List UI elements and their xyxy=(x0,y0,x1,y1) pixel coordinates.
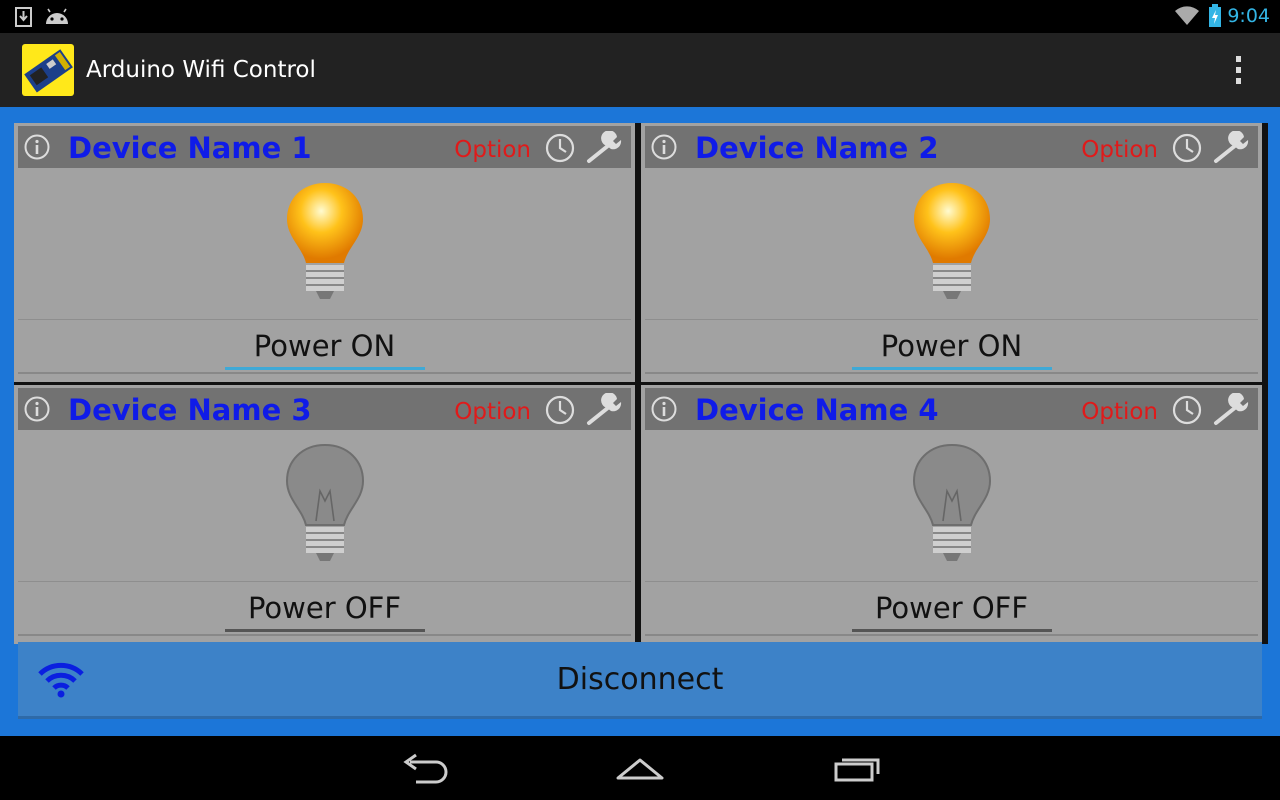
disconnect-button[interactable]: Disconnect xyxy=(18,642,1262,719)
app-title: Arduino Wifi Control xyxy=(86,57,316,83)
info-icon[interactable] xyxy=(651,134,677,160)
wrench-icon[interactable] xyxy=(1212,131,1252,165)
esp8266-module-icon xyxy=(24,49,73,93)
light-bulb-on-icon xyxy=(914,183,990,299)
device-header: Device Name 4 Option xyxy=(645,388,1258,430)
power-underline xyxy=(852,629,1052,632)
clock-icon[interactable] xyxy=(545,133,575,163)
device-card: Device Name 3 Option Power OFF xyxy=(14,385,635,644)
wrench-icon[interactable] xyxy=(585,393,625,427)
clock-icon[interactable] xyxy=(1172,133,1202,163)
option-link[interactable]: Option xyxy=(1081,137,1158,163)
home-icon[interactable] xyxy=(610,750,670,786)
device-header: Device Name 2 Option xyxy=(645,126,1258,168)
download-notification-icon xyxy=(15,7,32,27)
option-link[interactable]: Option xyxy=(1081,399,1158,425)
clock-icon[interactable] xyxy=(545,395,575,425)
device-card: Device Name 1 Option Power ON xyxy=(14,123,635,382)
device-header: Device Name 1 Option xyxy=(18,126,631,168)
battery-charging-icon xyxy=(1209,4,1221,27)
light-bulb-off-icon xyxy=(912,443,992,561)
wifi-signal-icon xyxy=(1175,6,1199,26)
app-logo-icon[interactable] xyxy=(22,44,74,96)
android-icon xyxy=(46,8,68,24)
light-bulb-off-icon xyxy=(285,443,365,561)
device-card: Device Name 4 Option Power OFF xyxy=(641,385,1262,644)
power-underline xyxy=(225,367,425,370)
info-icon[interactable] xyxy=(651,396,677,422)
power-underline xyxy=(852,367,1052,370)
power-label: Power ON xyxy=(253,329,396,363)
power-label: Power OFF xyxy=(874,591,1029,625)
power-label: Power ON xyxy=(880,329,1023,363)
overflow-menu-icon[interactable] xyxy=(1226,53,1250,87)
device-name: Device Name 4 xyxy=(695,393,939,427)
device-name: Device Name 1 xyxy=(68,131,312,165)
wrench-icon[interactable] xyxy=(1212,393,1252,427)
action-bar: Arduino Wifi Control xyxy=(0,33,1280,107)
option-link[interactable]: Option xyxy=(454,137,531,163)
power-toggle-button[interactable]: Power OFF xyxy=(645,581,1258,636)
navigation-bar xyxy=(0,736,1280,800)
disconnect-label: Disconnect xyxy=(556,662,724,697)
option-link[interactable]: Option xyxy=(454,399,531,425)
clock-icon[interactable] xyxy=(1172,395,1202,425)
info-icon[interactable] xyxy=(24,134,50,160)
content-area: Device Name 1 Option Power ON Device Nam… xyxy=(0,107,1280,736)
light-bulb-on-icon xyxy=(287,183,363,299)
power-label: Power OFF xyxy=(247,591,402,625)
wrench-icon[interactable] xyxy=(585,131,625,165)
device-grid: Device Name 1 Option Power ON Device Nam… xyxy=(14,123,1268,644)
info-icon[interactable] xyxy=(24,396,50,422)
device-header: Device Name 3 Option xyxy=(18,388,631,430)
back-icon[interactable] xyxy=(396,750,456,786)
power-toggle-button[interactable]: Power ON xyxy=(18,319,631,374)
device-name: Device Name 2 xyxy=(695,131,939,165)
device-card: Device Name 2 Option Power ON xyxy=(641,123,1262,382)
power-underline xyxy=(225,629,425,632)
status-bar: 9:04 xyxy=(0,0,1280,33)
device-name: Device Name 3 xyxy=(68,393,312,427)
status-time: 9:04 xyxy=(1227,5,1270,27)
power-toggle-button[interactable]: Power ON xyxy=(645,319,1258,374)
recent-apps-icon[interactable] xyxy=(828,750,888,786)
power-toggle-button[interactable]: Power OFF xyxy=(18,581,631,636)
